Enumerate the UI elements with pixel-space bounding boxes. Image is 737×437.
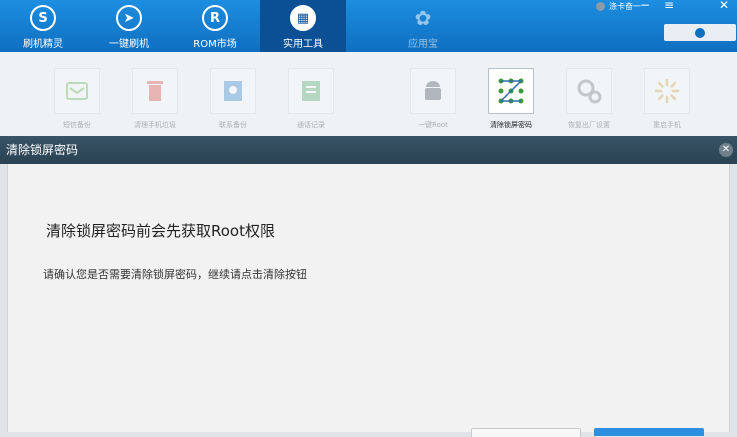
tool-label: 清除锁屏密码 [490,121,532,129]
call-log-icon [288,68,334,114]
nav-item-tools[interactable]: ▦ 实用工具 [260,0,346,52]
nav-item-label: 一键刷机 [109,39,149,50]
trash-icon [132,68,178,114]
loading-icon [644,68,690,114]
download-button[interactable] [664,24,736,41]
tool-one-click-root[interactable]: 一键Root [404,68,462,130]
dialog-description: 请确认您是否需要清除锁屏密码，继续请点击清除按钮 [43,268,307,281]
cursor-icon: ➤ [116,5,142,31]
tool-sms-backup[interactable]: 短信备份 [48,68,106,130]
dialog-title: 清除锁屏密码 [6,143,79,157]
dialog-heading: 清除锁屏密码前会先获取Root权限 [46,222,275,240]
nav-item-rom-market[interactable]: R ROM市场 [172,0,258,52]
tool-label: 恢复出厂设置 [568,121,610,129]
tool-clean-junk[interactable]: 清理手机垃圾 [126,68,184,130]
sms-icon [54,68,100,114]
yyb-logo-icon: ✿ [414,6,432,30]
clear-button[interactable] [594,428,704,436]
cancel-button[interactable] [471,428,581,437]
shield-icon: S [30,5,56,31]
tool-contacts-backup[interactable]: 联系备份 [204,68,262,130]
tool-label: 重启手机 [653,121,681,129]
tool-label: 一键Root [418,121,448,129]
tool-restart-phone[interactable]: 重启手机 [638,68,696,130]
nav-item-label: 刷机精灵 [23,39,63,50]
minimize-button[interactable]: − [640,0,650,11]
tools-panel: 短信备份 清理手机垃圾 联系备份 通话记录 一键Root 清除锁屏密码 恢复出厂… [0,52,737,136]
grid-icon: ▦ [290,5,316,31]
gears-icon [566,68,612,114]
tool-label: 短信备份 [63,121,91,129]
r-icon: R [202,5,228,31]
download-icon [695,27,705,38]
user-account[interactable]: 涤卡奋一 [596,0,641,12]
tool-call-log[interactable]: 通话记录 [282,68,340,130]
close-window-button[interactable]: ✕ [719,0,729,11]
nav-item-label: 实用工具 [283,39,323,50]
tool-label: 清理手机垃圾 [134,121,176,129]
nav-item-flash-genie[interactable]: S 刷机精灵 [0,0,86,52]
tool-clear-lock-password[interactable]: 清除锁屏密码 [482,68,540,130]
menu-button[interactable]: ≡ [664,0,674,11]
nav-item-app-store[interactable]: ✿ 应用宝 [380,0,466,52]
nav-item-one-click-flash[interactable]: ➤ 一键刷机 [86,0,172,52]
nav-item-label: ROM市场 [193,39,237,50]
dialog-body: 清除锁屏密码前会先获取Root权限 请确认您是否需要清除锁屏密码，继续请点击清除… [7,164,730,437]
pattern-lock-icon [488,68,534,114]
contacts-icon [210,68,256,114]
tool-label: 联系备份 [219,121,247,129]
dialog-title-bar: 清除锁屏密码 ✕ [0,136,737,164]
tool-label: 通话记录 [297,121,325,129]
dialog-close-icon[interactable]: ✕ [719,143,733,157]
top-nav-bar: S 刷机精灵 ➤ 一键刷机 R ROM市场 ▦ 实用工具 ✿ 应用宝 涤卡奋一 … [0,0,737,52]
avatar [596,1,605,11]
tool-factory-reset[interactable]: 恢复出厂设置 [560,68,618,130]
user-name: 涤卡奋一 [609,1,641,11]
nav-item-label: 应用宝 [408,39,438,50]
android-icon [410,68,456,114]
